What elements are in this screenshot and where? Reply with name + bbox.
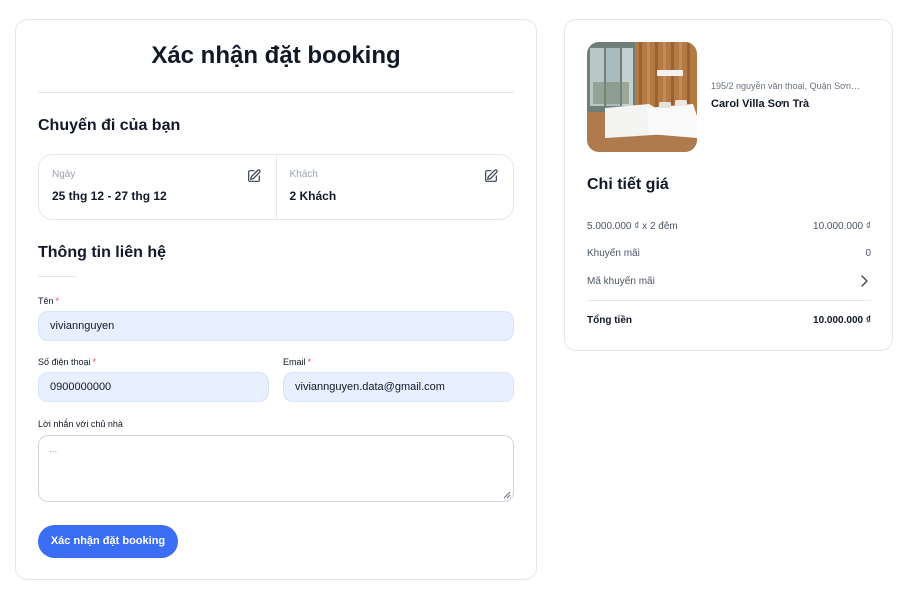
required-mark: * [92,357,97,367]
nights-label: 5.000.000 ₫ x 2 đêm [587,221,678,232]
price-row-nights: 5.000.000 ₫ x 2 đêm 10.000.000 ₫ [587,221,871,232]
hotel-room-image [587,42,697,152]
chevron-right-icon[interactable] [859,275,869,287]
date-label: Ngày [52,169,76,180]
discount-amount: 0 [865,248,871,259]
booking-form-card: Xác nhận đặt booking Chuyến đi của bạn N… [15,19,537,580]
phone-label-text: Số điện thoại [38,357,91,367]
hotel-photo [587,42,697,152]
price-summary-card: 195/2 nguyễn văn thoại, Quận Sơn… Carol … [564,19,893,351]
name-input[interactable]: viviannguyen [38,311,514,341]
nights-amount: 10.000.000 ₫ [813,221,871,232]
guest-label: Khách [289,169,318,180]
date-value: 25 thg 12 - 27 thg 12 [52,189,167,203]
contact-divider [38,276,76,277]
message-placeholder: ... [49,444,58,455]
promo-code-row[interactable]: Mã khuyến mãi [587,275,871,287]
name-label-text: Tên [38,296,54,306]
price-row-total: Tổng tiền 10.000.000 ₫ [587,315,871,326]
edit-guest-icon[interactable] [483,168,499,184]
price-section-title: Chi tiết giá [587,176,669,193]
trip-date-column: Ngày 25 thg 12 - 27 thg 12 [39,155,276,219]
required-mark: * [307,357,312,367]
name-label: Tên * [38,296,59,306]
phone-label: Số điện thoại * [38,357,96,367]
message-label: Lời nhắn với chủ nhà [38,419,123,429]
discount-label: Khuyến mãi [587,248,640,259]
required-mark: * [55,296,60,306]
message-textarea[interactable]: ... [38,435,514,502]
trip-guest-column: Khách 2 Khách [275,155,514,219]
edit-date-icon[interactable] [246,168,262,184]
confirm-booking-button[interactable]: Xác nhận đặt booking [38,525,178,558]
total-label: Tổng tiền [587,315,632,326]
resize-handle-icon[interactable] [503,491,511,499]
title-divider [38,92,514,93]
guest-value: 2 Khách [289,189,337,203]
price-row-discount: Khuyến mãi 0 [587,248,871,259]
total-amount: 10.000.000 ₫ [813,315,871,326]
phone-input[interactable]: 0900000000 [38,372,269,402]
price-divider [587,300,871,301]
trip-section-title: Chuyến đi của bạn [38,117,181,134]
email-input[interactable]: viviannguyen.data@gmail.com [283,372,514,402]
email-label: Email * [283,357,311,367]
trip-summary-box: Ngày 25 thg 12 - 27 thg 12 Khách 2 Khách [38,154,514,220]
hotel-address: 195/2 nguyễn văn thoại, Quận Sơn… [711,81,861,91]
hotel-name: Carol Villa Sơn Trà [711,98,810,110]
promo-label: Mã khuyến mãi [587,276,655,287]
contact-section-title: Thông tin liên hệ [38,244,166,261]
page-title: Xác nhận đặt booking [151,42,401,69]
email-label-text: Email [283,357,306,367]
